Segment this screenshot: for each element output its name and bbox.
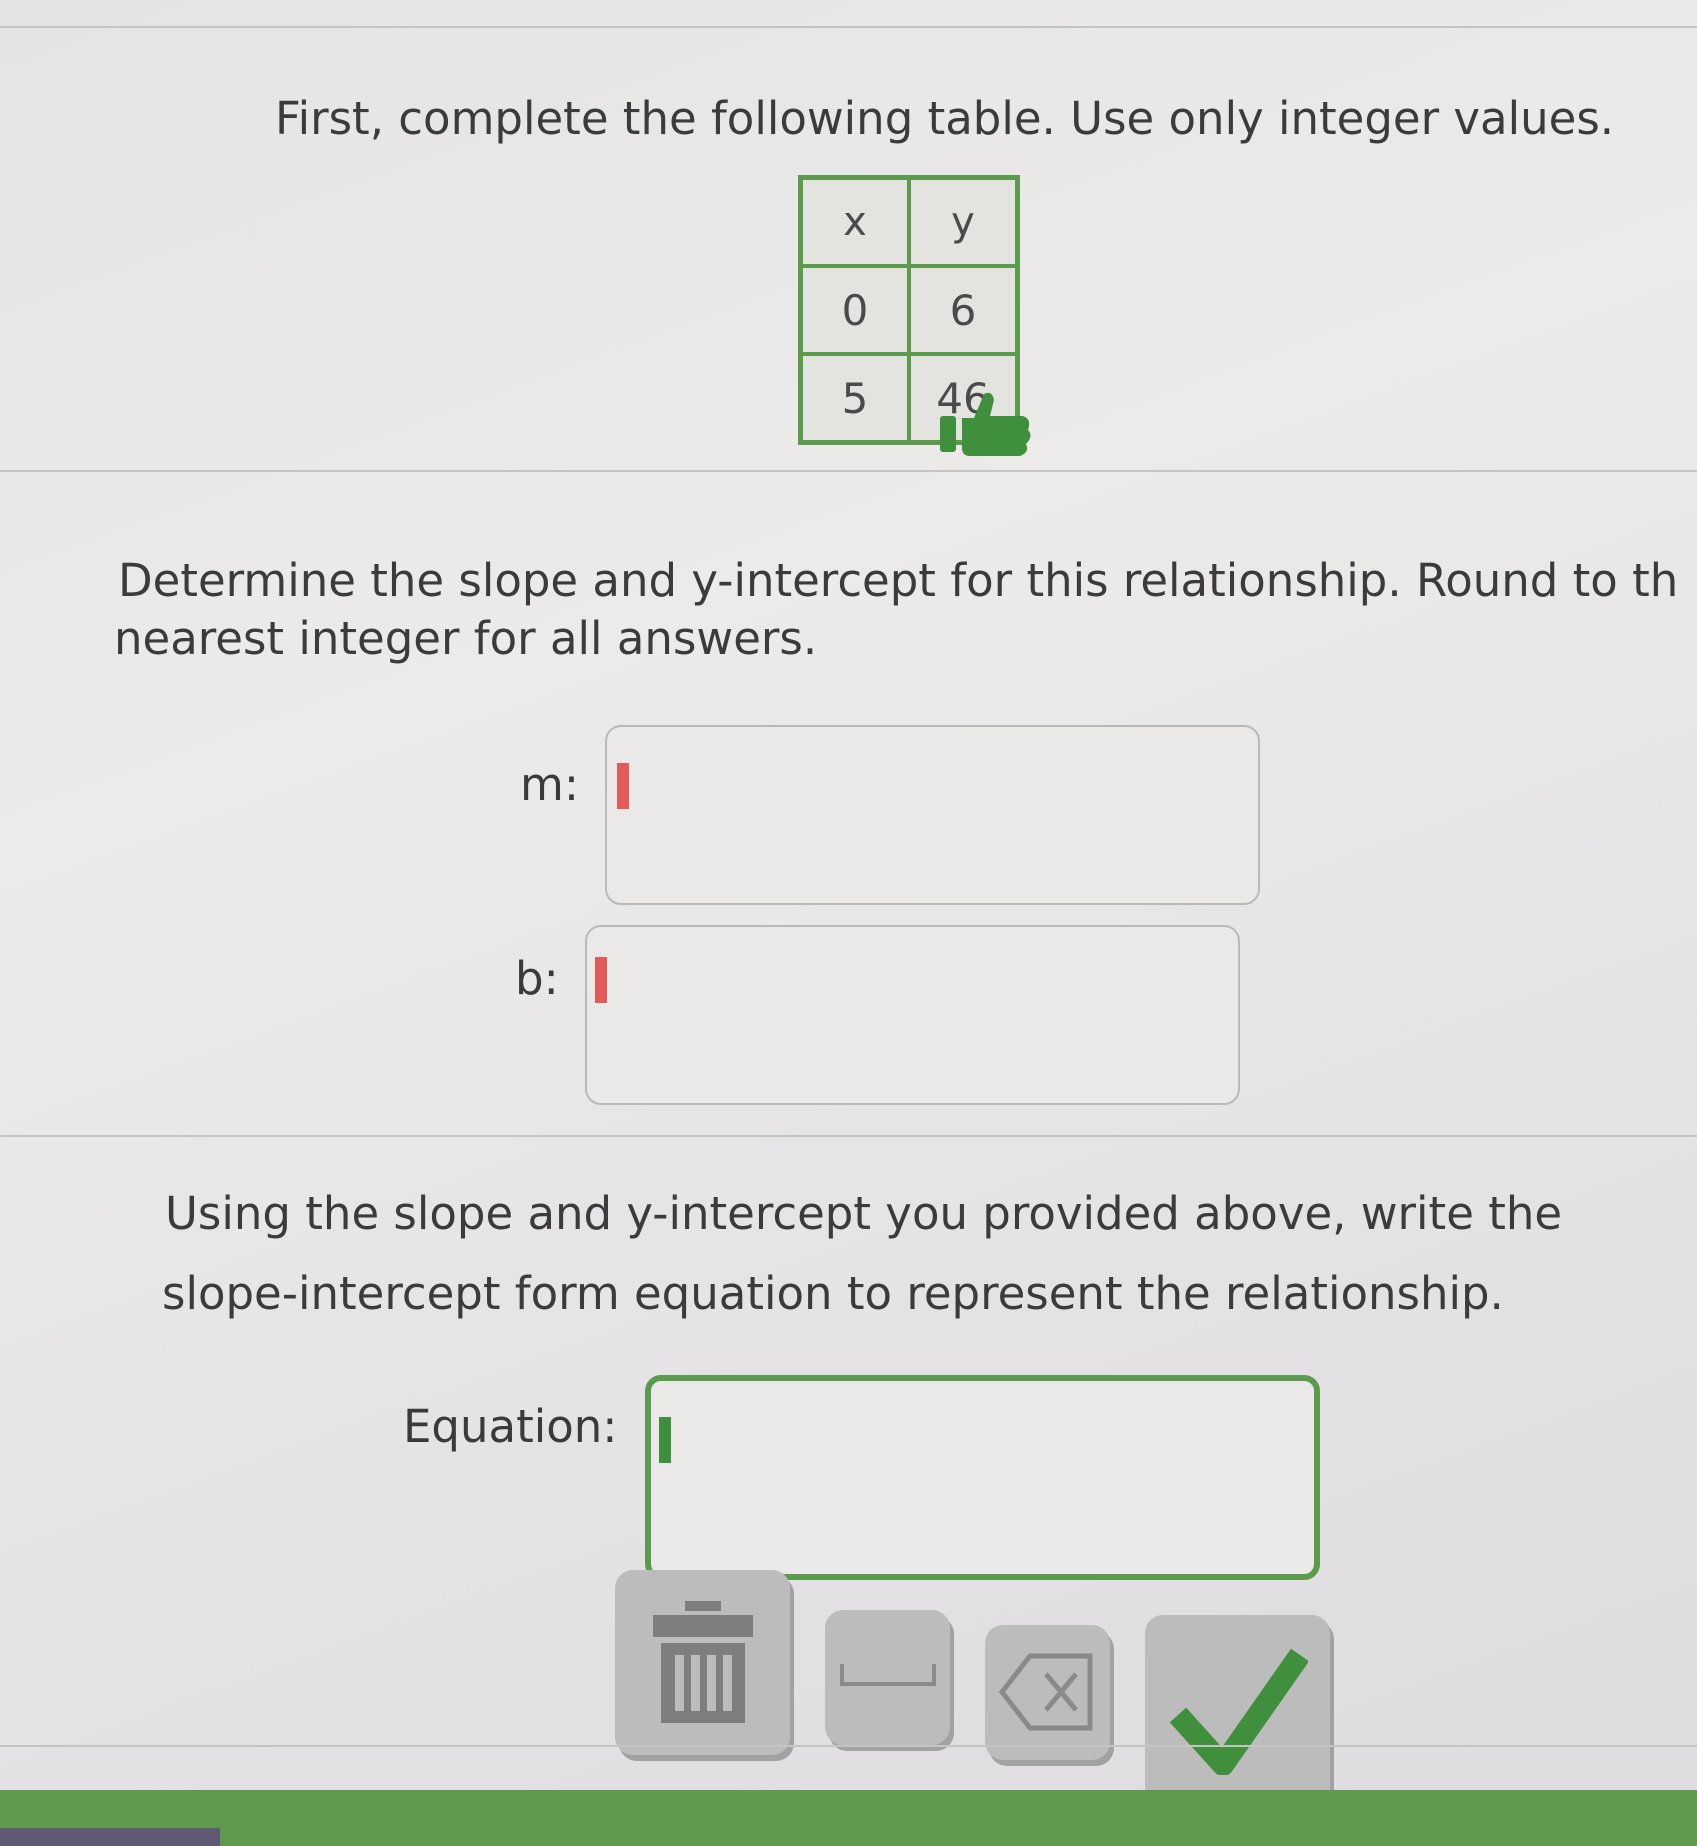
- slope-instruction-line1: Determine the slope and y-intercept for …: [118, 554, 1679, 607]
- equation-label: Equation:: [403, 1400, 618, 1453]
- clear-button[interactable]: [615, 1570, 790, 1755]
- equation-input[interactable]: [645, 1375, 1320, 1580]
- table-header-x: x: [803, 180, 907, 264]
- section-divider: [0, 1745, 1697, 1747]
- b-label: b:: [515, 952, 559, 1005]
- slope-input[interactable]: [605, 725, 1260, 905]
- equation-instruction-line2: slope-intercept form equation to represe…: [162, 1267, 1504, 1320]
- table-header-y: y: [911, 180, 1015, 264]
- bottom-progress-bar: [0, 1790, 1697, 1846]
- table-cell-x[interactable]: 5: [803, 356, 907, 440]
- slope-instruction-line2: nearest integer for all answers.: [114, 612, 818, 665]
- table-instruction: First, complete the following table. Use…: [275, 92, 1615, 145]
- text-cursor: [617, 763, 629, 809]
- table-cell-x[interactable]: 0: [803, 268, 907, 352]
- table-cell-y[interactable]: 6: [911, 268, 1015, 352]
- top-divider: [0, 26, 1697, 28]
- section-divider: [0, 1135, 1697, 1137]
- y-intercept-input[interactable]: [585, 925, 1240, 1105]
- submit-button[interactable]: [1145, 1615, 1330, 1805]
- backspace-icon: [998, 1653, 1092, 1730]
- backspace-button[interactable]: [985, 1625, 1110, 1760]
- bottom-bar-segment: [0, 1828, 220, 1846]
- section-divider: [0, 470, 1697, 472]
- space-button[interactable]: [825, 1610, 950, 1745]
- equation-instruction-line1: Using the slope and y-intercept you prov…: [165, 1187, 1563, 1240]
- m-label: m:: [520, 758, 579, 811]
- thumbs-up-icon: [940, 392, 1031, 456]
- text-cursor: [659, 1417, 671, 1463]
- worksheet-page: First, complete the following table. Use…: [0, 0, 1697, 1846]
- checkmark-icon: [1169, 1648, 1308, 1775]
- space-icon: [839, 1663, 936, 1686]
- text-cursor: [595, 957, 607, 1003]
- trash-icon: [652, 1600, 753, 1723]
